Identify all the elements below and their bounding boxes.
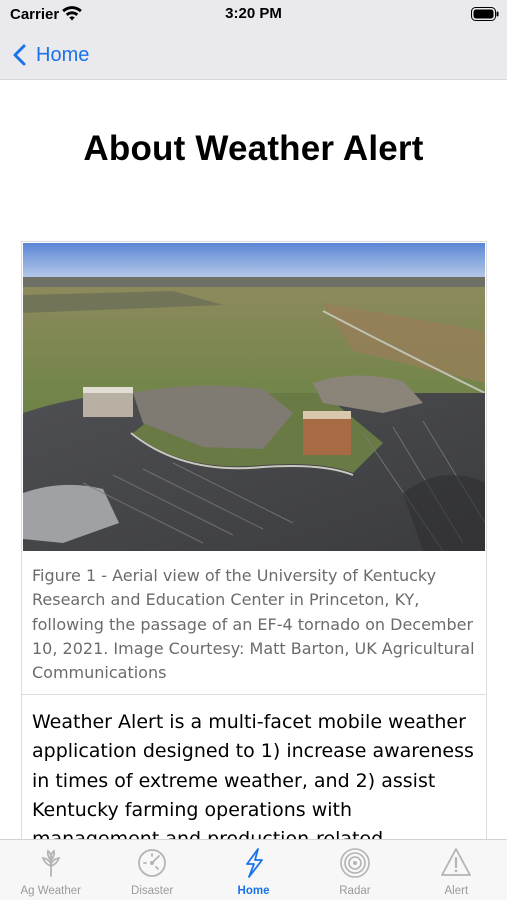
warning-icon xyxy=(441,848,472,876)
lightning-icon xyxy=(245,848,263,878)
tab-radar-label: Radar xyxy=(339,885,371,897)
battery-icon xyxy=(471,7,499,21)
radar-icon xyxy=(340,848,370,878)
back-button-label: Home xyxy=(36,43,90,66)
about-card: Figure 1 - Aerial view of the University… xyxy=(21,241,487,839)
content-scroll[interactable]: About Weather Alert Figure 1 - Aerial vi… xyxy=(0,81,507,839)
page-title: About Weather Alert xyxy=(83,129,424,168)
aerial-photo xyxy=(23,243,485,551)
clock: 3:20 PM xyxy=(225,5,282,22)
tab-bar: Ag Weather Disaster Home Radar Alert xyxy=(0,839,507,900)
tab-ag-weather-label: Ag Weather xyxy=(20,885,81,897)
figure-caption: Figure 1 - Aerial view of the University… xyxy=(32,566,475,683)
back-button[interactable]: Home xyxy=(12,38,89,72)
tab-home-label: Home xyxy=(237,885,270,897)
tab-disaster[interactable]: Disaster xyxy=(101,840,202,900)
divider xyxy=(22,694,486,695)
wheat-icon xyxy=(41,849,61,877)
gauge-icon xyxy=(138,849,167,877)
tab-disaster-label: Disaster xyxy=(131,885,174,897)
status-bar: Carrier 3:20 PM xyxy=(0,0,507,30)
tab-ag-weather[interactable]: Ag Weather xyxy=(0,840,101,900)
tab-home[interactable]: Home xyxy=(203,840,304,900)
about-body-text: Weather Alert is a multi-facet mobile we… xyxy=(32,711,474,839)
navigation-bar: Home xyxy=(0,30,507,80)
chevron-left-icon xyxy=(13,44,26,66)
tab-alert-label: Alert xyxy=(444,885,469,897)
tab-radar[interactable]: Radar xyxy=(304,840,405,900)
tab-alert[interactable]: Alert xyxy=(406,840,507,900)
